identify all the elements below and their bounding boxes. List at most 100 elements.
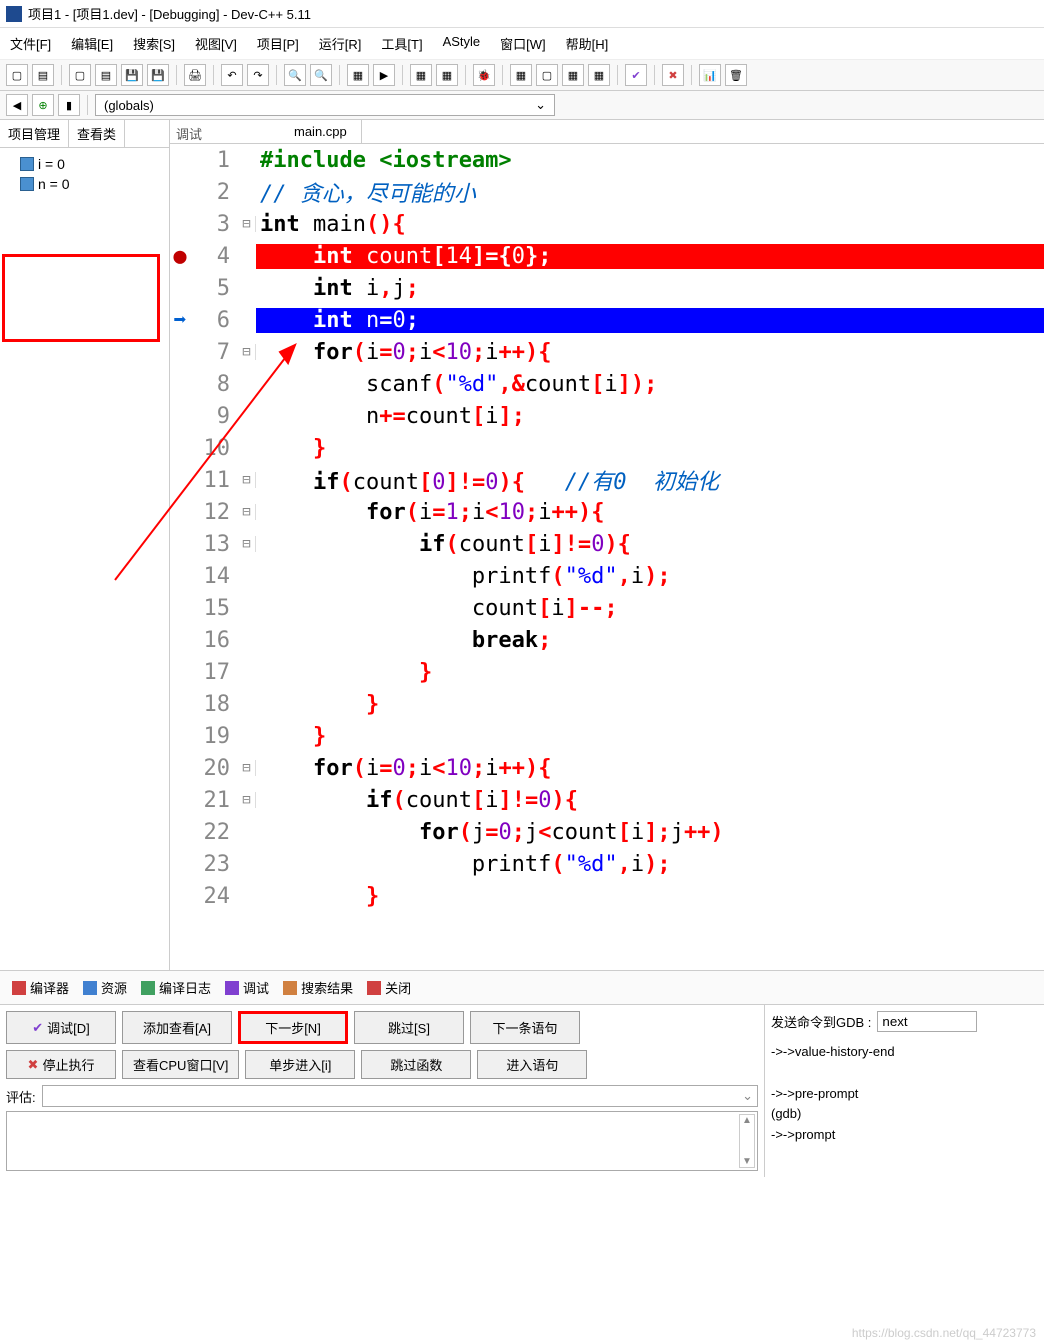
debug-button[interactable]: 查看CPU窗口[V]: [122, 1050, 239, 1079]
marker-column[interactable]: ➡: [170, 308, 190, 333]
gdb-command-input[interactable]: [877, 1011, 977, 1032]
bottom-tab[interactable]: 编译器: [6, 975, 75, 1000]
menu-item[interactable]: 帮助[H]: [560, 32, 615, 55]
window-list-button[interactable]: ▦: [510, 64, 532, 86]
debug-button[interactable]: 跳过函数: [361, 1050, 471, 1079]
fold-toggle[interactable]: ⊟: [238, 216, 256, 232]
code-text[interactable]: }: [256, 724, 1044, 749]
open-file-button[interactable]: ▤: [32, 64, 54, 86]
code-line[interactable]: 20⊟ for(i=0;i<10;i++){: [170, 752, 1044, 784]
debug-button[interactable]: ✔调试[D]: [6, 1011, 116, 1044]
code-text[interactable]: }: [256, 660, 1044, 685]
code-text[interactable]: int n=0;: [256, 308, 1044, 333]
window-cascade-button[interactable]: ▢: [536, 64, 558, 86]
code-line[interactable]: ●4 int count[14]={0};: [170, 240, 1044, 272]
code-line[interactable]: 11⊟ if(count[0]!=0){ //有0 初始化: [170, 464, 1044, 496]
back-button[interactable]: ◀: [6, 94, 28, 116]
code-line[interactable]: 18 }: [170, 688, 1044, 720]
code-line[interactable]: 24 }: [170, 880, 1044, 912]
replace-button[interactable]: 🔍: [310, 64, 332, 86]
code-text[interactable]: int count[14]={0};: [256, 244, 1044, 269]
menu-item[interactable]: 搜索[S]: [127, 32, 181, 55]
debug-button[interactable]: 下一条语句: [470, 1011, 580, 1044]
profile-button[interactable]: 📊: [699, 64, 721, 86]
debug-button[interactable]: 进入语句: [477, 1050, 587, 1079]
watch-item[interactable]: i = 0: [6, 154, 163, 174]
check-button[interactable]: ✔: [625, 64, 647, 86]
fold-toggle[interactable]: ⊟: [238, 792, 256, 808]
remove-button[interactable]: 🗑: [725, 64, 747, 86]
marker-column[interactable]: ●: [170, 244, 190, 269]
code-line[interactable]: 14 printf("%d",i);: [170, 560, 1044, 592]
compile-run-button[interactable]: ▦: [410, 64, 432, 86]
bottom-tab[interactable]: 资源: [77, 975, 133, 1000]
code-line[interactable]: 21⊟ if(count[i]!=0){: [170, 784, 1044, 816]
bottom-tab[interactable]: 调试: [219, 975, 275, 1000]
code-text[interactable]: n+=count[i];: [256, 404, 1044, 429]
code-text[interactable]: }: [256, 884, 1044, 909]
bottom-tab[interactable]: 搜索结果: [277, 975, 359, 1000]
watch-item[interactable]: n = 0: [6, 174, 163, 194]
code-text[interactable]: count[i]--;: [256, 596, 1044, 621]
run-button[interactable]: ▶: [373, 64, 395, 86]
code-text[interactable]: for(i=1;i<10;i++){: [256, 500, 1044, 525]
code-editor[interactable]: 1#include <iostream>2// 贪心，尽可能的小3⊟int ma…: [170, 144, 1044, 970]
debug-tab-label[interactable]: 调试: [176, 124, 202, 143]
code-text[interactable]: for(i=0;i<10;i++){: [256, 340, 1044, 365]
fold-toggle[interactable]: ⊟: [238, 344, 256, 360]
add-watch-button[interactable]: ⊕: [32, 94, 54, 116]
save-all-button[interactable]: 💾: [147, 64, 169, 86]
undo-button[interactable]: ↶: [221, 64, 243, 86]
fold-toggle[interactable]: ⊟: [238, 536, 256, 552]
editor-tab-main[interactable]: main.cpp: [280, 120, 362, 143]
code-text[interactable]: // 贪心，尽可能的小: [256, 176, 1044, 208]
find-button[interactable]: 🔍: [284, 64, 306, 86]
fold-toggle[interactable]: ⊟: [238, 504, 256, 520]
sidebar-tab-classes[interactable]: 查看类: [69, 120, 125, 147]
window-tile-button[interactable]: ▦: [562, 64, 584, 86]
code-text[interactable]: int main(){: [256, 212, 1044, 237]
bottom-tab[interactable]: 编译日志: [135, 975, 217, 1000]
eval-input[interactable]: ⌄: [42, 1085, 758, 1107]
code-line[interactable]: 7⊟ for(i=0;i<10;i++){: [170, 336, 1044, 368]
code-text[interactable]: int i,j;: [256, 276, 1044, 301]
menu-item[interactable]: 编辑[E]: [65, 32, 119, 55]
debug-button[interactable]: 添加查看[A]: [122, 1011, 232, 1044]
menu-item[interactable]: 运行[R]: [313, 32, 368, 55]
code-line[interactable]: 8 scanf("%d",&count[i]);: [170, 368, 1044, 400]
rebuild-button[interactable]: ▦: [436, 64, 458, 86]
code-text[interactable]: printf("%d",i);: [256, 564, 1044, 589]
code-line[interactable]: 22 for(j=0;j<count[i];j++): [170, 816, 1044, 848]
debug-button[interactable]: 🐞: [473, 64, 495, 86]
code-line[interactable]: 3⊟int main(){: [170, 208, 1044, 240]
fold-toggle[interactable]: ⊟: [238, 760, 256, 776]
redo-button[interactable]: ↷: [247, 64, 269, 86]
fold-toggle[interactable]: ⊟: [238, 472, 256, 488]
print-button[interactable]: 🖨: [184, 64, 206, 86]
code-text[interactable]: }: [256, 436, 1044, 461]
debug-button[interactable]: 单步进入[i]: [245, 1050, 355, 1079]
debug-button[interactable]: 跳过[S]: [354, 1011, 464, 1044]
code-line[interactable]: 15 count[i]--;: [170, 592, 1044, 624]
code-text[interactable]: for(i=0;i<10;i++){: [256, 756, 1044, 781]
code-line[interactable]: ➡6 int n=0;: [170, 304, 1044, 336]
code-line[interactable]: 16 break;: [170, 624, 1044, 656]
debug-button[interactable]: 下一步[N]: [238, 1011, 348, 1044]
code-text[interactable]: printf("%d",i);: [256, 852, 1044, 877]
code-line[interactable]: 2// 贪心，尽可能的小: [170, 176, 1044, 208]
stop-debug-button[interactable]: ✖: [662, 64, 684, 86]
code-line[interactable]: 5 int i,j;: [170, 272, 1044, 304]
code-text[interactable]: }: [256, 692, 1044, 717]
menu-item[interactable]: 工具[T]: [375, 32, 428, 55]
code-text[interactable]: if(count[0]!=0){ //有0 初始化: [256, 464, 1044, 496]
code-line[interactable]: 13⊟ if(count[i]!=0){: [170, 528, 1044, 560]
code-line[interactable]: 19 }: [170, 720, 1044, 752]
menu-item[interactable]: 文件[F]: [4, 32, 57, 55]
code-text[interactable]: #include <iostream>: [256, 148, 1044, 173]
new-file-button[interactable]: ▢: [6, 64, 28, 86]
globals-combo[interactable]: (globals) ⌄: [95, 94, 555, 116]
scrollbar[interactable]: ▲▼: [739, 1114, 755, 1168]
eval-output[interactable]: ▲▼: [6, 1111, 758, 1171]
code-line[interactable]: 9 n+=count[i];: [170, 400, 1044, 432]
code-line[interactable]: 10 }: [170, 432, 1044, 464]
